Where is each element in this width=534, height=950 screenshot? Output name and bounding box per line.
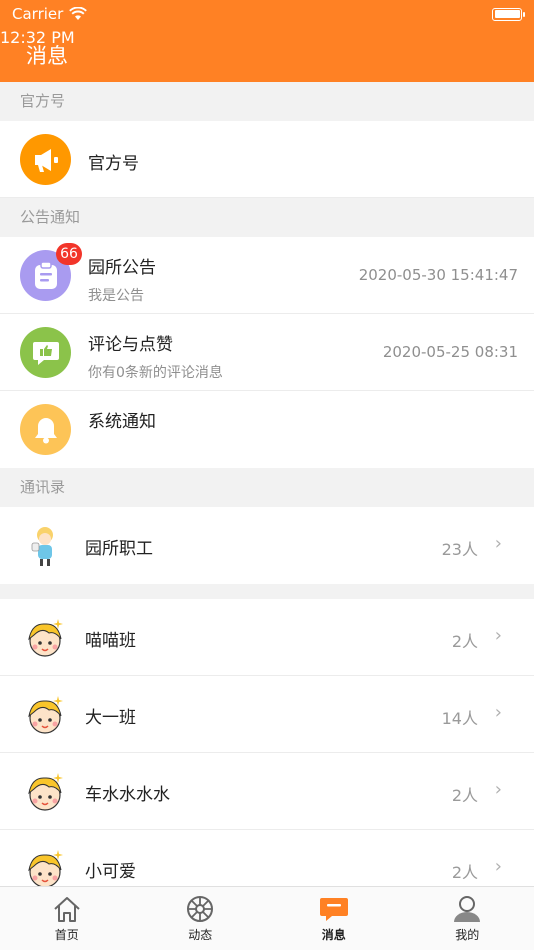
child-avatar-icon bbox=[28, 850, 63, 886]
wheel-icon bbox=[187, 896, 214, 922]
class-row[interactable]: 小可爱 2人 › bbox=[0, 830, 534, 886]
class-name: 车水水水水 bbox=[85, 785, 170, 805]
notice-time: 2020-05-25 08:31 bbox=[382, 343, 518, 361]
section-header-contacts: 通讯录 bbox=[0, 468, 534, 507]
message-icon bbox=[319, 898, 348, 921]
teacher-avatar-icon bbox=[31, 527, 53, 566]
child-avatar-icon bbox=[28, 773, 63, 811]
megaphone-icon bbox=[20, 134, 71, 185]
page-title: 消息 bbox=[26, 44, 68, 68]
member-count: 2人 bbox=[451, 786, 478, 805]
header: Carrier 12:32 PM 消息 bbox=[0, 0, 534, 82]
class-row[interactable]: 喵喵班 2人 › bbox=[0, 599, 534, 676]
notice-preview: 你有0条新的评论消息 bbox=[88, 365, 223, 381]
status-time: 12:32 PM bbox=[0, 28, 75, 47]
carrier-label: Carrier bbox=[12, 5, 64, 23]
spacer bbox=[0, 584, 534, 599]
home-icon bbox=[54, 897, 80, 922]
class-row[interactable]: 大一班 14人 › bbox=[0, 676, 534, 753]
section-header-notices: 公告通知 bbox=[0, 198, 534, 237]
user-icon bbox=[454, 896, 481, 922]
tab-label: 首页 bbox=[54, 928, 79, 942]
notice-name: 园所公告 bbox=[88, 258, 156, 278]
chevron-right-icon: › bbox=[494, 625, 502, 646]
member-count: 14人 bbox=[441, 709, 478, 728]
notice-time: 2020-05-30 15:41:47 bbox=[358, 266, 518, 284]
tab-label: 动态 bbox=[188, 928, 213, 942]
contact-group-name: 园所职工 bbox=[85, 539, 153, 559]
notice-name: 评论与点赞 bbox=[88, 335, 173, 355]
member-count: 2人 bbox=[451, 632, 478, 651]
notice-row-announcement[interactable]: 66 园所公告 我是公告 2020-05-30 15:41:47 bbox=[0, 237, 534, 314]
member-count: 2人 bbox=[451, 863, 478, 882]
battery-icon bbox=[492, 7, 525, 21]
member-count: 23人 bbox=[441, 540, 478, 559]
message-list[interactable]: 官方号 官方号 公告通知 66 园所公告 我是公告 2020-05-30 15:… bbox=[0, 82, 534, 886]
tab-label: 消息 bbox=[321, 928, 346, 942]
contact-row-staff[interactable]: 园所职工 23人 › bbox=[0, 507, 534, 584]
class-name: 小可爱 bbox=[85, 862, 136, 882]
notice-row-system[interactable]: 系统通知 bbox=[0, 391, 534, 468]
chevron-right-icon: › bbox=[494, 779, 502, 800]
tab-profile[interactable]: 我的 bbox=[401, 887, 534, 950]
notice-preview: 我是公告 bbox=[88, 288, 144, 304]
tab-label: 我的 bbox=[455, 928, 480, 942]
class-name: 喵喵班 bbox=[85, 631, 136, 651]
chevron-right-icon: › bbox=[494, 702, 502, 723]
status-bar: Carrier bbox=[0, 0, 534, 28]
thumbs-up-icon bbox=[20, 327, 71, 378]
chevron-right-icon: › bbox=[494, 856, 502, 877]
bell-icon bbox=[20, 404, 71, 455]
child-avatar-icon bbox=[28, 619, 63, 657]
unread-badge: 66 bbox=[56, 243, 82, 265]
official-account-name: 官方号 bbox=[88, 154, 139, 174]
section-header-official: 官方号 bbox=[0, 82, 534, 121]
notice-name: 系统通知 bbox=[88, 412, 156, 432]
chevron-right-icon: › bbox=[494, 533, 502, 554]
child-avatar-icon bbox=[28, 696, 63, 734]
tab-bar: 首页 动态 消息 我的 bbox=[0, 886, 534, 950]
class-row[interactable]: 车水水水水 2人 › bbox=[0, 753, 534, 830]
class-name: 大一班 bbox=[85, 708, 136, 728]
notice-row-comments[interactable]: 评论与点赞 你有0条新的评论消息 2020-05-25 08:31 bbox=[0, 314, 534, 391]
tab-messages[interactable]: 消息 bbox=[267, 887, 401, 950]
tab-moments[interactable]: 动态 bbox=[134, 887, 268, 950]
official-account-row[interactable]: 官方号 bbox=[0, 121, 534, 198]
wifi-icon bbox=[69, 7, 88, 20]
tab-home[interactable]: 首页 bbox=[0, 887, 134, 950]
